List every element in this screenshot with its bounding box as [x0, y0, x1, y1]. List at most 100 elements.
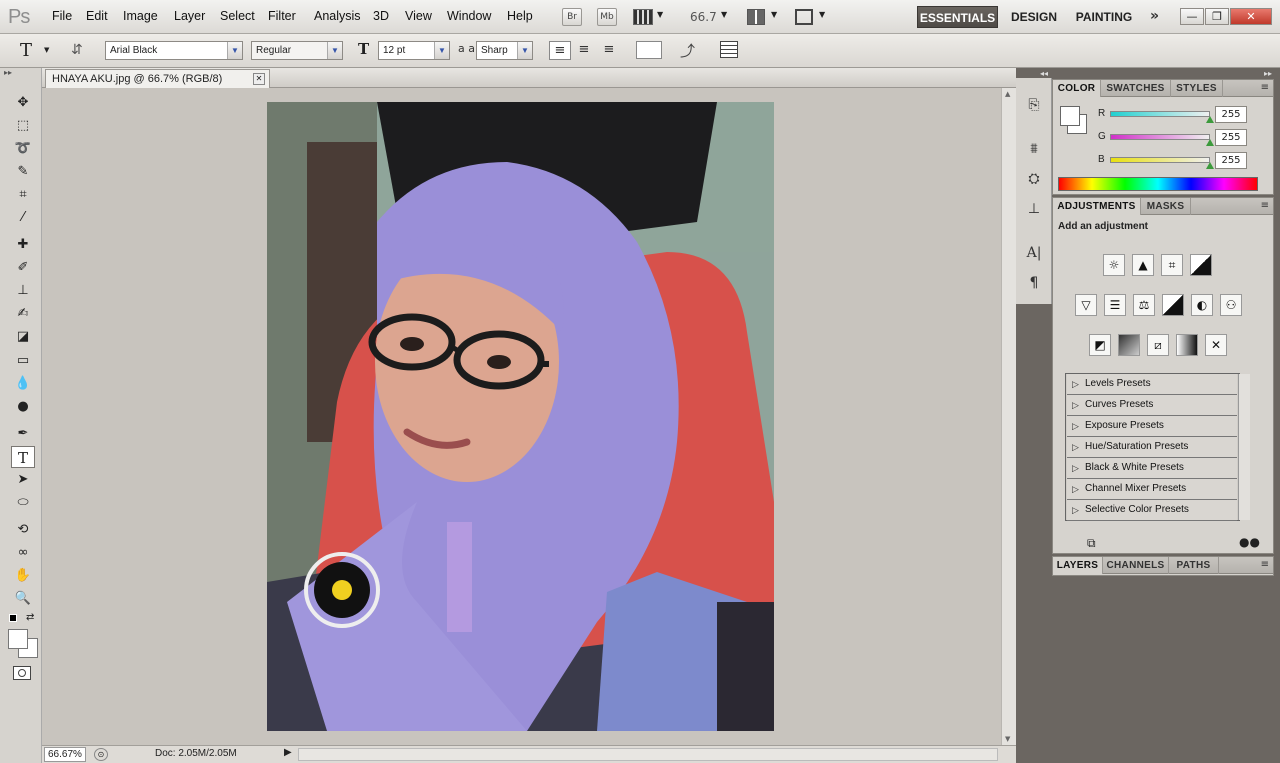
channel-mixer-icon[interactable]: ⚇ [1220, 294, 1242, 316]
minimize-button[interactable]: — [1180, 8, 1204, 25]
tab-masks[interactable]: MASKS [1141, 198, 1191, 215]
antialias-select[interactable]: Sharp ▼ [476, 41, 533, 60]
bridge-button[interactable]: Br [562, 8, 582, 26]
brush-tool-icon[interactable]: ✐ [11, 257, 35, 279]
red-track[interactable] [1110, 111, 1210, 117]
red-thumb[interactable] [1206, 116, 1214, 123]
preset-curves[interactable]: ▷ Curves Presets [1067, 395, 1237, 416]
workspace-essentials[interactable]: ESSENTIALS [917, 6, 998, 28]
menu-file[interactable]: File [52, 9, 72, 23]
status-menu-icon[interactable]: ▶ [284, 747, 292, 758]
expand-panel-icon[interactable]: ▸▸ [4, 68, 12, 77]
selective-color-icon[interactable]: ✕ [1205, 334, 1227, 356]
brush-presets-icon[interactable]: ⩩ [1023, 138, 1045, 160]
font-family-select[interactable]: Arial Black ▼ [105, 41, 243, 60]
chevron-down-icon[interactable]: ▼ [819, 10, 825, 19]
black-white-icon[interactable] [1162, 294, 1184, 316]
posterize-icon[interactable] [1118, 334, 1140, 356]
lasso-tool-icon[interactable]: ➰ [11, 138, 35, 160]
tab-color[interactable]: COLOR [1053, 80, 1101, 97]
spot-healing-tool-icon[interactable]: ✚ [11, 234, 35, 256]
close-button[interactable]: ✕ [1230, 8, 1272, 25]
history-icon[interactable]: ⎘ [1023, 94, 1045, 116]
more-workspaces-icon[interactable]: » [1150, 8, 1159, 24]
pen-tool-icon[interactable]: ✒ [11, 423, 35, 445]
tab-swatches[interactable]: SWATCHES [1101, 80, 1171, 97]
menu-edit[interactable]: Edit [86, 9, 108, 23]
blue-slider[interactable]: B 255 [1098, 152, 1268, 172]
menu-image[interactable]: Image [123, 9, 158, 23]
clone-stamp-tool-icon[interactable]: ⊥ [11, 280, 35, 302]
tab-styles[interactable]: STYLES [1171, 80, 1223, 97]
preset-selective-color[interactable]: ▷ Selective Color Presets [1067, 500, 1237, 521]
eraser-tool-icon[interactable]: ◪ [11, 326, 35, 348]
green-slider[interactable]: G 255 [1098, 129, 1268, 149]
text-orientation-icon[interactable]: ⇵ [71, 42, 83, 58]
hue-saturation-icon[interactable]: ☰ [1104, 294, 1126, 316]
foreground-color-swatch[interactable] [1060, 106, 1080, 126]
preset-hue-saturation[interactable]: ▷ Hue/Saturation Presets [1067, 437, 1237, 458]
blur-tool-icon[interactable]: 💧 [11, 373, 35, 395]
red-slider[interactable]: R 255 [1098, 106, 1268, 126]
zoom-level[interactable]: 66.7 [690, 10, 717, 24]
paragraph-icon[interactable]: ¶ [1023, 272, 1045, 294]
menu-window[interactable]: Window [447, 9, 491, 23]
quick-mask-icon[interactable] [13, 666, 31, 680]
3d-orbit-tool-icon[interactable]: ∞ [11, 542, 35, 564]
tab-channels[interactable]: CHANNELS [1103, 557, 1169, 574]
red-value[interactable]: 255 [1215, 106, 1247, 123]
blue-value[interactable]: 255 [1215, 152, 1247, 169]
dodge-tool-icon[interactable]: ● [11, 396, 35, 418]
collapse-dock-icon[interactable]: ◂◂ [1040, 69, 1048, 78]
move-tool-icon[interactable]: ✥ [11, 92, 35, 114]
clip-to-layer-icon[interactable]: ⧉ [1087, 536, 1096, 551]
type-tool-icon[interactable]: T [20, 40, 32, 61]
photo-filter-icon[interactable]: ◐ [1191, 294, 1213, 316]
preset-black-white[interactable]: ▷ Black & White Presets [1067, 458, 1237, 479]
text-color-swatch[interactable] [636, 41, 662, 59]
green-value[interactable]: 255 [1215, 129, 1247, 146]
vibrance-icon[interactable]: ▽ [1075, 294, 1097, 316]
blue-thumb[interactable] [1206, 162, 1214, 169]
threshold-icon[interactable]: ⧄ [1147, 334, 1169, 356]
font-style-select[interactable]: Regular ▼ [251, 41, 343, 60]
exposure-icon[interactable] [1190, 254, 1212, 276]
tool-presets-icon[interactable]: ⊥ [1023, 198, 1045, 220]
hand-tool-icon[interactable]: ✋ [11, 565, 35, 587]
history-brush-tool-icon[interactable]: ✍ [11, 303, 35, 325]
zoom-tool-icon[interactable]: 🔍 [11, 588, 35, 610]
vertical-scrollbar[interactable]: ▲ ▼ [1001, 88, 1016, 745]
menu-select[interactable]: Select [220, 9, 255, 23]
marquee-tool-icon[interactable]: ⬚ [11, 115, 35, 137]
levels-icon[interactable]: ▲ [1132, 254, 1154, 276]
color-balance-icon[interactable]: ⚖ [1133, 294, 1155, 316]
menu-layer[interactable]: Layer [174, 9, 205, 23]
menu-view[interactable]: View [405, 9, 432, 23]
curves-icon[interactable]: ⌗ [1161, 254, 1183, 276]
share-icon[interactable]: ⊙ [94, 748, 108, 761]
preset-levels[interactable]: ▷ Levels Presets [1067, 374, 1237, 395]
view-extras-icon[interactable] [633, 9, 653, 25]
document-tab[interactable]: HNAYA AKU.jpg @ 66.7% (RGB/8) ✕ [45, 69, 270, 88]
close-tab-icon[interactable]: ✕ [253, 73, 265, 85]
3d-rotate-tool-icon[interactable]: ⟲ [11, 519, 35, 541]
workspace-design[interactable]: DESIGN [1004, 6, 1064, 28]
default-colors-icon[interactable] [9, 614, 17, 622]
restore-button[interactable]: ❐ [1205, 8, 1229, 25]
workspace-painting[interactable]: PAINTING [1070, 6, 1138, 28]
horizontal-scrollbar[interactable] [298, 748, 998, 761]
character-icon[interactable]: A| [1023, 242, 1045, 264]
foreground-color-swatch[interactable] [8, 629, 28, 649]
path-selection-tool-icon[interactable]: ➤ [11, 469, 35, 491]
brightness-contrast-icon[interactable]: ☼ [1103, 254, 1125, 276]
tab-paths[interactable]: PATHS [1169, 557, 1219, 574]
font-size-select[interactable]: 12 pt ▼ [378, 41, 450, 60]
panel-menu-icon[interactable]: ≡ [1261, 559, 1269, 570]
menu-analysis[interactable]: Analysis [314, 9, 361, 23]
scroll-up-icon[interactable]: ▲ [1005, 90, 1010, 98]
warp-text-icon[interactable]: ⤴ [680, 40, 695, 61]
align-right-button[interactable]: ≡ [598, 41, 620, 60]
panel-menu-icon[interactable]: ≡ [1261, 82, 1269, 93]
preset-exposure[interactable]: ▷ Exposure Presets [1067, 416, 1237, 437]
crop-tool-icon[interactable]: ⌗ [11, 184, 35, 206]
